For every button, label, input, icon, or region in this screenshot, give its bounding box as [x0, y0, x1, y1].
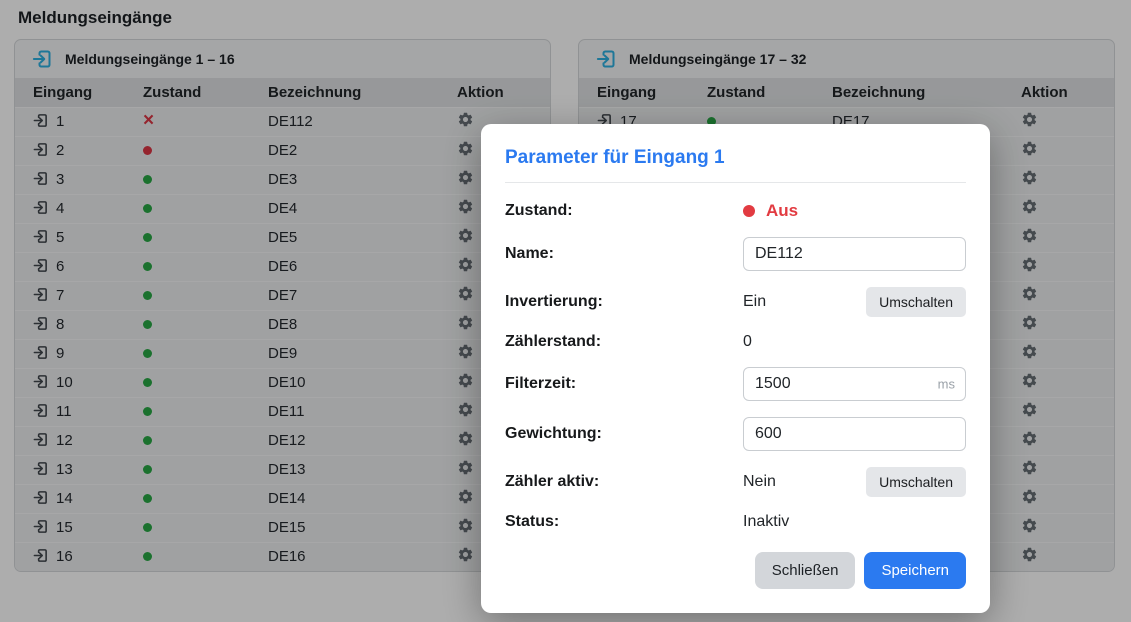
field-label-status: Status: [505, 513, 743, 531]
field-row-zustand: Zustand: Aus [505, 201, 966, 221]
field-row-filterzeit: Filterzeit: ms [505, 367, 966, 401]
field-label-gewichtung: Gewichtung: [505, 425, 743, 443]
field-value-zustand: Aus [743, 201, 966, 221]
modal-title: Parameter für Eingang 1 [505, 147, 966, 169]
field-label-invertierung: Invertierung: [505, 293, 743, 311]
parameter-modal: Parameter für Eingang 1 Zustand: Aus Nam… [481, 124, 990, 613]
field-label-filterzeit: Filterzeit: [505, 375, 743, 393]
field-value-name [743, 237, 966, 271]
field-row-zaehler-aktiv: Zähler aktiv: Nein Umschalten [505, 467, 966, 497]
state-off-dot [743, 205, 755, 217]
field-value-invertierung: Ein Umschalten [743, 287, 966, 317]
invertierung-toggle-button[interactable]: Umschalten [866, 287, 966, 317]
field-row-gewichtung: Gewichtung: [505, 417, 966, 451]
field-value-zaehler-aktiv: Nein Umschalten [743, 467, 966, 497]
modal-divider [505, 182, 966, 183]
filterzeit-unit: ms [938, 377, 955, 392]
invertierung-value: Ein [743, 293, 766, 311]
modal-footer: Schließen Speichern [505, 552, 966, 589]
status-value: Inaktiv [743, 513, 966, 531]
field-row-status: Status: Inaktiv [505, 513, 966, 531]
save-button[interactable]: Speichern [864, 552, 966, 589]
field-value-gewichtung [743, 417, 966, 451]
field-value-filterzeit: ms [743, 367, 966, 401]
field-label-zaehler-aktiv: Zähler aktiv: [505, 473, 743, 491]
zustand-value: Aus [766, 201, 798, 221]
field-row-name: Name: [505, 237, 966, 271]
field-label-name: Name: [505, 245, 743, 263]
name-input[interactable] [743, 237, 966, 271]
field-row-invertierung: Invertierung: Ein Umschalten [505, 287, 966, 317]
gewichtung-input[interactable] [743, 417, 966, 451]
field-label-zaehlerstand: Zählerstand: [505, 333, 743, 351]
field-row-zaehlerstand: Zählerstand: 0 [505, 333, 966, 351]
zaehler-aktiv-toggle-button[interactable]: Umschalten [866, 467, 966, 497]
field-label-zustand: Zustand: [505, 202, 743, 220]
filterzeit-input[interactable] [743, 367, 966, 401]
close-button[interactable]: Schließen [755, 552, 856, 589]
zaehlerstand-value: 0 [743, 333, 966, 351]
zaehler-aktiv-value: Nein [743, 473, 776, 491]
